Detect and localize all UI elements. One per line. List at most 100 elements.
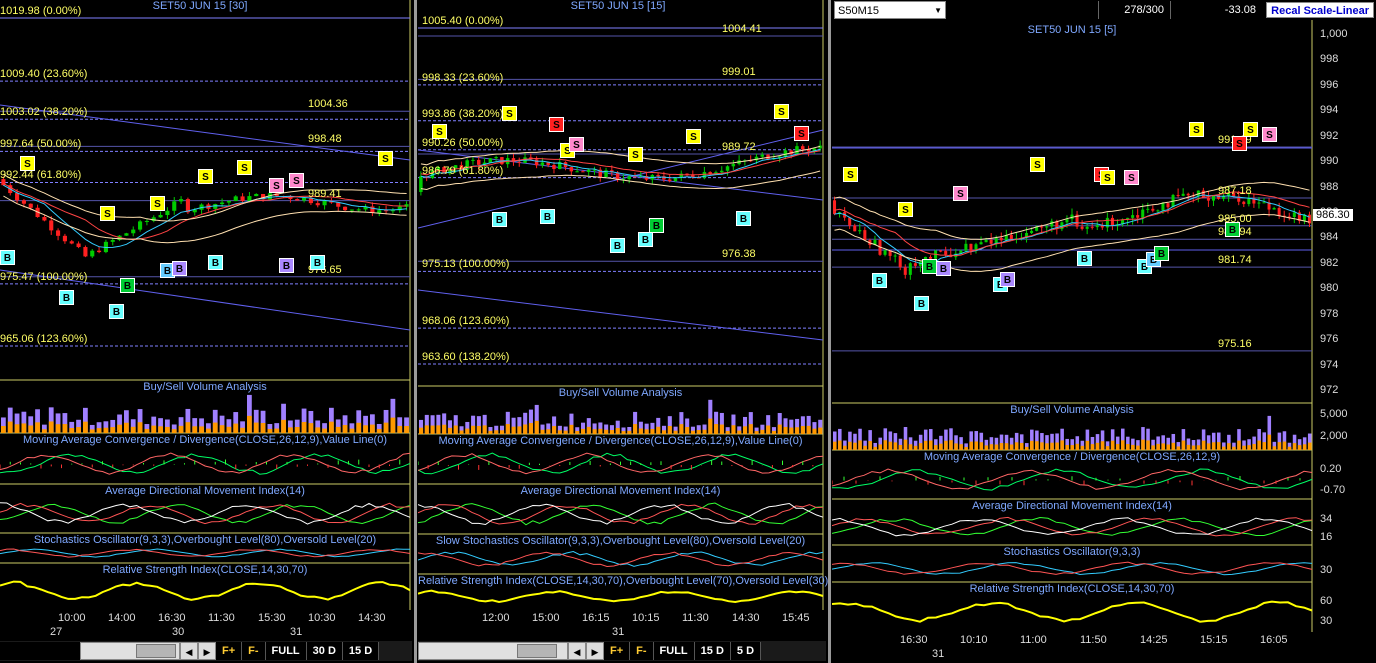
- buy-signal-icon[interactable]: B: [610, 238, 625, 253]
- candle-body: [575, 171, 579, 173]
- sell-signal-icon[interactable]: S: [843, 167, 858, 182]
- buy-signal-icon[interactable]: B: [1000, 272, 1015, 287]
- indicator-title: Buy/Sell Volume Analysis: [143, 381, 267, 393]
- volume-bar: [737, 430, 742, 434]
- full-button[interactable]: FULL: [653, 642, 695, 660]
- sell-signal-icon[interactable]: S: [1030, 157, 1045, 172]
- sell-signal-icon[interactable]: S: [569, 137, 584, 152]
- time-label: 10:15: [632, 612, 660, 624]
- buy-signal-icon[interactable]: B: [540, 209, 555, 224]
- buy-signal-icon[interactable]: B: [279, 258, 294, 273]
- buy-signal-icon[interactable]: B: [872, 273, 887, 288]
- buy-signal-icon[interactable]: B: [649, 218, 664, 233]
- buy-signal-icon[interactable]: B: [638, 232, 653, 247]
- scroll-thumb[interactable]: [136, 644, 176, 658]
- volume-bar: [989, 444, 994, 450]
- buy-signal-icon[interactable]: B: [1077, 251, 1092, 266]
- panel-divider[interactable]: [414, 0, 417, 663]
- sell-signal-icon[interactable]: S: [20, 156, 35, 171]
- sell-signal-icon[interactable]: S: [237, 160, 252, 175]
- sell-signal-icon[interactable]: S: [549, 117, 564, 132]
- sell-signal-icon[interactable]: S: [1232, 136, 1247, 151]
- volume-bar: [192, 426, 198, 433]
- volume-bar: [1121, 440, 1125, 450]
- scroll-left-icon[interactable]: ◀: [568, 642, 586, 660]
- volume-bar: [984, 445, 989, 450]
- indicator-line: [832, 600, 1313, 623]
- sell-signal-icon[interactable]: S: [198, 169, 213, 184]
- sell-signal-icon[interactable]: S: [794, 126, 809, 141]
- buy-signal-icon[interactable]: B: [310, 255, 325, 270]
- volume-bar: [954, 443, 958, 450]
- volume-bar: [356, 422, 362, 433]
- sell-signal-icon[interactable]: S: [1189, 122, 1204, 137]
- sell-signal-icon[interactable]: S: [378, 151, 393, 166]
- chart-panel-30min[interactable]: SET50 JUN 15 [30] 1019.98 (0.00%) 1009.40…: [0, 0, 414, 663]
- buy-signal-icon[interactable]: B: [736, 211, 751, 226]
- 5d-button[interactable]: 5 D: [730, 642, 762, 660]
- sell-signal-icon[interactable]: S: [432, 124, 447, 139]
- volume-bar: [69, 428, 75, 433]
- zoom-out-icon[interactable]: F-: [630, 642, 654, 660]
- indicator-line: [418, 551, 824, 568]
- candle-body: [908, 263, 912, 275]
- volume-bar: [939, 443, 943, 450]
- symbol-select[interactable]: S50M15 ▼: [834, 1, 946, 19]
- volume-bar: [812, 428, 817, 434]
- scroll-thumb[interactable]: [517, 644, 557, 658]
- sell-signal-icon[interactable]: S: [898, 202, 913, 217]
- volume-bar: [708, 418, 713, 434]
- sell-signal-icon[interactable]: S: [1100, 170, 1115, 185]
- sell-signal-icon[interactable]: S: [953, 186, 968, 201]
- sell-signal-icon[interactable]: S: [100, 206, 115, 221]
- scroll-right-icon[interactable]: ▶: [198, 642, 216, 660]
- scroll-right-icon[interactable]: ▶: [586, 642, 604, 660]
- horizontal-scrollbar[interactable]: [418, 642, 568, 660]
- sell-signal-icon[interactable]: S: [1262, 127, 1277, 142]
- zoom-out-icon[interactable]: F-: [242, 642, 266, 660]
- recal-scale-button[interactable]: Recal Scale-Linear: [1266, 2, 1374, 18]
- sell-signal-icon[interactable]: S: [628, 147, 643, 162]
- buy-signal-icon[interactable]: B: [936, 261, 951, 276]
- buy-signal-icon[interactable]: B: [922, 259, 937, 274]
- sell-signal-icon[interactable]: S: [1124, 170, 1139, 185]
- buy-signal-icon[interactable]: B: [120, 278, 135, 293]
- sell-signal-icon[interactable]: S: [150, 196, 165, 211]
- buy-signal-icon[interactable]: B: [59, 290, 74, 305]
- buy-signal-icon[interactable]: B: [914, 296, 929, 311]
- sell-signal-icon[interactable]: S: [774, 104, 789, 119]
- buy-signal-icon[interactable]: B: [492, 212, 507, 227]
- candle-body: [49, 220, 54, 231]
- sell-signal-icon[interactable]: S: [289, 173, 304, 188]
- scroll-left-icon[interactable]: ◀: [180, 642, 198, 660]
- sell-signal-icon[interactable]: S: [686, 129, 701, 144]
- volume-bar: [1181, 440, 1186, 450]
- buy-signal-icon[interactable]: B: [1225, 222, 1240, 237]
- 15d-button[interactable]: 15 D: [342, 642, 380, 660]
- chart-panel-15min[interactable]: SET50 JUN 15 [15] 1005.40 (0.00%) 998.33 …: [418, 0, 828, 663]
- zoom-in-icon[interactable]: F+: [216, 642, 243, 660]
- buy-signal-icon[interactable]: B: [0, 250, 15, 265]
- buy-signal-icon[interactable]: B: [172, 261, 187, 276]
- candle-body: [28, 203, 33, 208]
- sell-signal-icon[interactable]: S: [1243, 122, 1258, 137]
- zoom-in-icon[interactable]: F+: [604, 642, 631, 660]
- volume-bar: [719, 424, 724, 434]
- 15d-button[interactable]: 15 D: [694, 642, 731, 660]
- sell-signal-icon[interactable]: S: [269, 178, 284, 193]
- volume-bar: [1287, 446, 1292, 450]
- panel-divider[interactable]: [828, 0, 831, 663]
- 30d-button[interactable]: 30 D: [306, 642, 343, 660]
- volume-bar: [1136, 445, 1140, 450]
- price-chart-5min[interactable]: [832, 0, 1376, 663]
- buy-signal-icon[interactable]: B: [1154, 246, 1169, 261]
- bottom-toolbar: ◀ ▶ F+ F- FULL 30 D 15 D: [0, 641, 412, 661]
- buy-signal-icon[interactable]: B: [208, 255, 223, 270]
- chart-panel-5min[interactable]: S50M15 ▼ 278/300 -33.08 Recal Scale-Linea…: [832, 0, 1376, 663]
- buy-signal-icon[interactable]: B: [109, 304, 124, 319]
- volume-bar: [552, 426, 557, 434]
- full-button[interactable]: FULL: [265, 642, 307, 660]
- horizontal-scrollbar[interactable]: [80, 642, 180, 660]
- sell-signal-icon[interactable]: S: [502, 106, 517, 121]
- price-chart-15min[interactable]: [418, 0, 828, 663]
